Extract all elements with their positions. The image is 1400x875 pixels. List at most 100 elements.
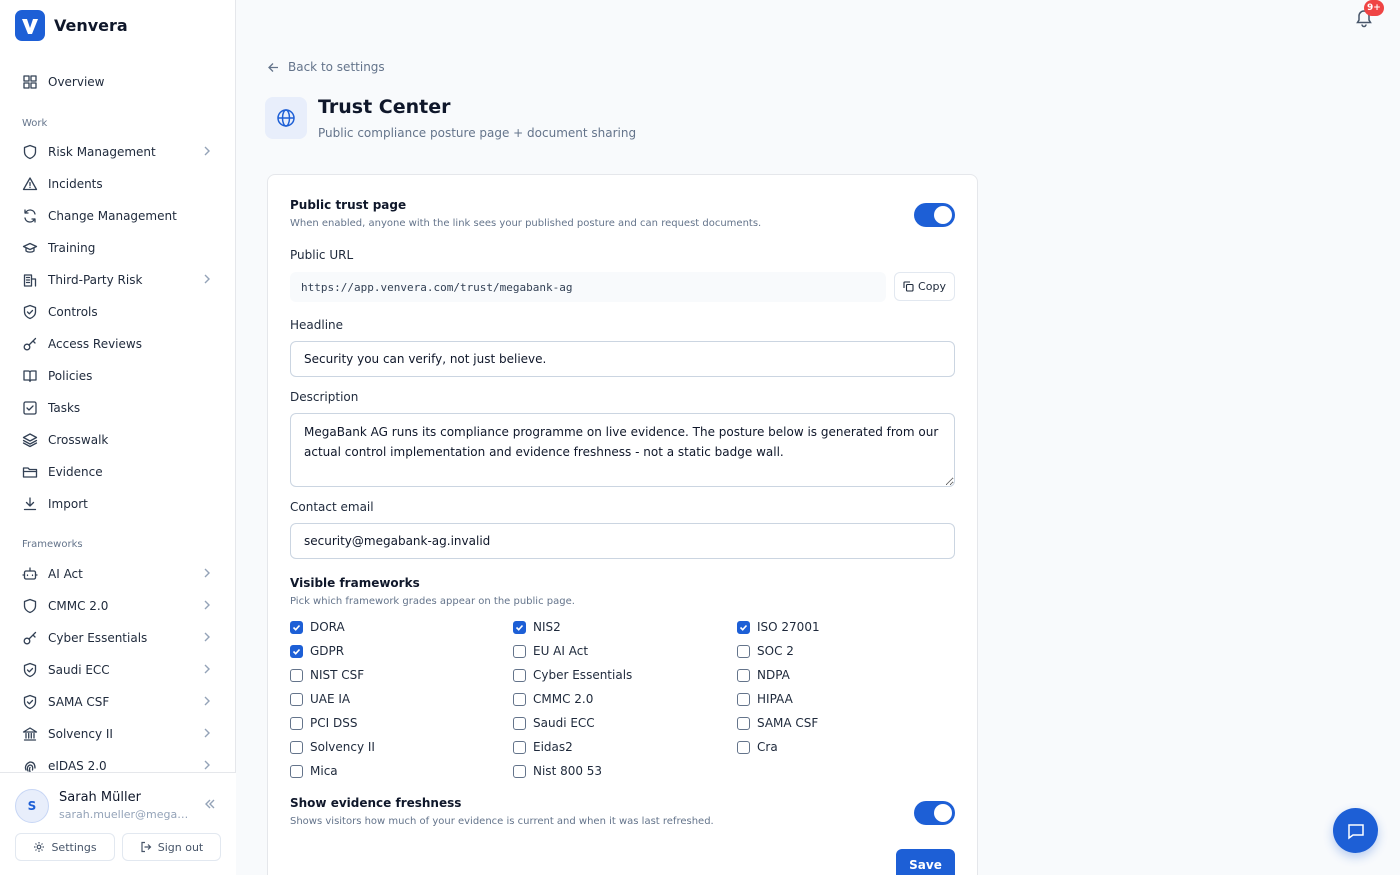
chat-button[interactable] xyxy=(1333,808,1378,853)
contact-email-input[interactable] xyxy=(290,523,955,559)
framework-checkbox-sama-csf[interactable]: SAMA CSF xyxy=(737,714,818,732)
checkbox[interactable] xyxy=(290,668,303,682)
sidebar-item-risk-management[interactable]: Risk Management xyxy=(14,138,222,166)
notification-badge: 9+ xyxy=(1364,0,1384,16)
framework-checkbox-nist-csf[interactable]: NIST CSF xyxy=(290,666,364,684)
checkbox[interactable] xyxy=(513,764,526,778)
checkbox[interactable] xyxy=(737,668,750,682)
key-icon xyxy=(22,630,38,646)
checkbox[interactable] xyxy=(737,692,750,706)
sidebar-item-access-reviews[interactable]: Access Reviews xyxy=(14,330,222,358)
framework-checkbox-cra[interactable]: Cra xyxy=(737,738,778,756)
gear-icon xyxy=(34,842,45,852)
description-textarea[interactable]: MegaBank AG runs its compliance programm… xyxy=(290,413,955,487)
framework-checkbox-dora[interactable]: DORA xyxy=(290,618,345,636)
sidebar-item-controls[interactable]: Controls xyxy=(14,298,222,326)
framework-checkbox-gdpr[interactable]: GDPR xyxy=(290,642,344,660)
framework-checkbox-nist-800-53[interactable]: Nist 800 53 xyxy=(513,762,602,780)
checkbox[interactable] xyxy=(290,692,303,706)
building-icon xyxy=(22,272,38,288)
framework-checkbox-iso-27001[interactable]: ISO 27001 xyxy=(737,618,820,636)
sidebar-item-evidence[interactable]: Evidence xyxy=(14,458,222,486)
framework-checkbox-mica[interactable]: Mica xyxy=(290,762,338,780)
checkbox[interactable] xyxy=(513,692,526,706)
public-page-hint: When enabled, anyone with the link sees … xyxy=(290,218,762,229)
chevron-right-icon[interactable] xyxy=(200,630,214,644)
framework-checkbox-eu-ai-act[interactable]: EU AI Act xyxy=(513,642,588,660)
folder-icon xyxy=(22,464,38,480)
chevron-right-icon[interactable] xyxy=(200,758,214,772)
framework-checkbox-nis2[interactable]: NIS2 xyxy=(513,618,561,636)
framework-label: NIS2 xyxy=(533,620,561,634)
sidebar-item-solvency-ii[interactable]: Solvency II xyxy=(14,720,222,748)
chevron-right-icon[interactable] xyxy=(200,726,214,740)
framework-checkbox-solvency-ii[interactable]: Solvency II xyxy=(290,738,375,756)
sidebar-item-cyber-essentials[interactable]: Cyber Essentials xyxy=(14,624,222,652)
framework-checkbox-ndpa[interactable]: NDPA xyxy=(737,666,790,684)
save-button[interactable]: Save xyxy=(896,849,955,875)
checkbox[interactable] xyxy=(513,644,526,658)
framework-checkbox-pci-dss[interactable]: PCI DSS xyxy=(290,714,357,732)
sidebar-item-tasks[interactable]: Tasks xyxy=(14,394,222,422)
sidebar-item-saudi-ecc[interactable]: Saudi ECC xyxy=(14,656,222,684)
chevron-right-icon[interactable] xyxy=(200,662,214,676)
framework-checkbox-uae-ia[interactable]: UAE IA xyxy=(290,690,350,708)
copy-button[interactable]: Copy xyxy=(894,272,955,301)
sidebar-item-training[interactable]: Training xyxy=(14,234,222,262)
public-page-toggle[interactable] xyxy=(914,203,955,227)
sidebar-item-label: Incidents xyxy=(48,177,103,191)
sidebar-item-policies[interactable]: Policies xyxy=(14,362,222,390)
checkbox[interactable] xyxy=(513,740,526,754)
checkbox[interactable] xyxy=(737,644,750,658)
framework-checkbox-hipaa[interactable]: HIPAA xyxy=(737,690,793,708)
collapse-sidebar-icon[interactable] xyxy=(203,797,217,811)
avatar[interactable]: S xyxy=(15,789,49,823)
sidebar-item-ai-act[interactable]: AI Act xyxy=(14,560,222,588)
chevron-right-icon[interactable] xyxy=(200,598,214,612)
checkbox[interactable] xyxy=(513,620,526,634)
sidebar-item-label: AI Act xyxy=(48,567,83,581)
checkbox[interactable] xyxy=(290,716,303,730)
sign-out-button[interactable]: Sign out xyxy=(122,833,221,861)
sidebar-item-import[interactable]: Import xyxy=(14,490,222,518)
headline-label: Headline xyxy=(290,318,344,332)
sidebar-item-crosswalk[interactable]: Crosswalk xyxy=(14,426,222,454)
framework-checkbox-cyber-essentials[interactable]: Cyber Essentials xyxy=(513,666,632,684)
sidebar-item-cmmc-2-0[interactable]: CMMC 2.0 xyxy=(14,592,222,620)
settings-button[interactable]: Settings xyxy=(15,833,115,861)
freshness-hint: Shows visitors how much of your evidence… xyxy=(290,816,714,827)
freshness-toggle[interactable] xyxy=(914,801,955,825)
chevron-right-icon[interactable] xyxy=(200,144,214,158)
checkbox[interactable] xyxy=(513,668,526,682)
checkbox[interactable] xyxy=(290,620,303,634)
chevron-right-icon[interactable] xyxy=(200,272,214,286)
section-label-work: Work xyxy=(22,118,48,129)
grid-icon xyxy=(22,74,38,90)
sidebar-item-change-management[interactable]: Change Management xyxy=(14,202,222,230)
sidebar-item-sama-csf[interactable]: SAMA CSF xyxy=(14,688,222,716)
refresh-icon xyxy=(22,208,38,224)
framework-checkbox-saudi-ecc[interactable]: Saudi ECC xyxy=(513,714,595,732)
sidebar-item-label: Change Management xyxy=(48,209,177,223)
sidebar-item-third-party-risk[interactable]: Third-Party Risk xyxy=(14,266,222,294)
framework-checkbox-cmmc-2-0[interactable]: CMMC 2.0 xyxy=(513,690,593,708)
checkbox[interactable] xyxy=(290,740,303,754)
chevron-right-icon[interactable] xyxy=(200,566,214,580)
checkbox[interactable] xyxy=(290,644,303,658)
sidebar-item-incidents[interactable]: Incidents xyxy=(14,170,222,198)
shield-check-icon xyxy=(22,694,38,710)
sidebar-item-overview[interactable]: Overview xyxy=(14,68,222,96)
checkbox[interactable] xyxy=(513,716,526,730)
chevron-right-icon[interactable] xyxy=(200,694,214,708)
public-url-field[interactable]: https://app.venvera.com/trust/megabank-a… xyxy=(290,272,886,302)
framework-checkbox-soc-2[interactable]: SOC 2 xyxy=(737,642,794,660)
checkbox[interactable] xyxy=(290,764,303,778)
framework-checkbox-eidas2[interactable]: Eidas2 xyxy=(513,738,573,756)
sidebar-item-label: CMMC 2.0 xyxy=(48,599,109,613)
brand[interactable]: Venvera xyxy=(15,10,128,41)
checkbox[interactable] xyxy=(737,716,750,730)
back-to-settings-link[interactable]: Back to settings xyxy=(267,60,385,74)
headline-input[interactable] xyxy=(290,341,955,377)
checkbox[interactable] xyxy=(737,620,750,634)
checkbox[interactable] xyxy=(737,740,750,754)
